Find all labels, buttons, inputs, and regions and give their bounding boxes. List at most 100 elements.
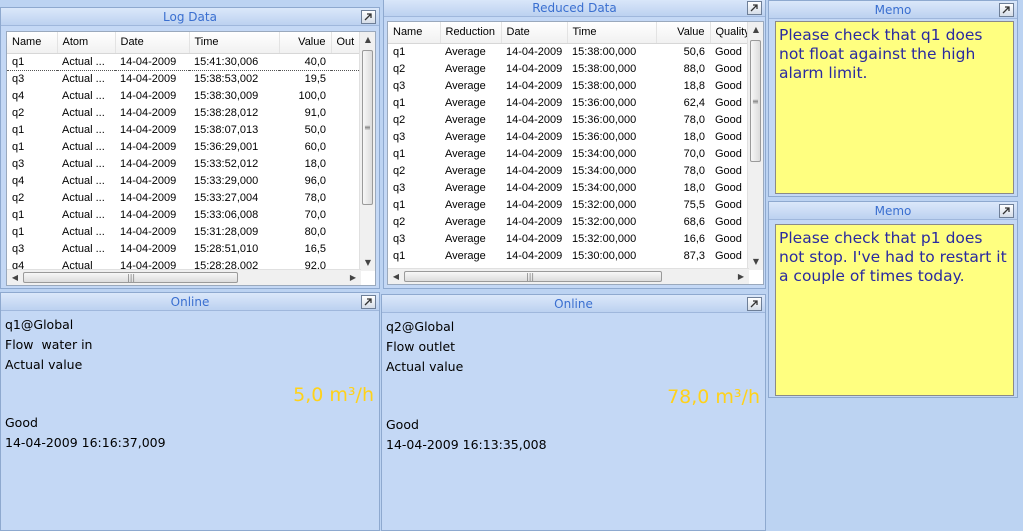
table-row[interactable]: q2 Average 14-04-2009 15:36:00,000 78,0 Good bbox=[388, 111, 749, 128]
online-1-maximize-button[interactable] bbox=[361, 295, 376, 309]
table-cell: 87,3 bbox=[683, 249, 705, 262]
table-cell: Average bbox=[445, 96, 486, 109]
scroll-right-arrow-icon[interactable]: ▶ bbox=[735, 272, 747, 282]
table-row[interactable]: q1 Average 14-04-2009 15:36:00,000 62,4 Good bbox=[388, 94, 749, 111]
column-header-value[interactable]: Value bbox=[279, 32, 332, 54]
table-row[interactable]: q1 Actual ... 14-04-2009 15:38:07,013 50,0 bbox=[7, 121, 361, 138]
column-header-date[interactable]: Date bbox=[501, 22, 568, 44]
table-cell: Actual ... bbox=[62, 208, 105, 221]
log-data-header-row: Name Atom Date Time Value Out bbox=[7, 32, 362, 54]
column-header-time[interactable]: Time bbox=[189, 32, 280, 54]
table-row[interactable]: q1 Actual ... 14-04-2009 15:36:29,001 60,0 bbox=[7, 138, 361, 155]
table-row[interactable]: q3 Average 14-04-2009 15:32:00,000 16,6 Good bbox=[388, 230, 749, 247]
table-cell: q4 bbox=[12, 89, 25, 102]
scroll-left-arrow-icon[interactable]: ◀ bbox=[9, 273, 21, 283]
memo-1-textarea[interactable]: Please check that q1 does not float agai… bbox=[775, 21, 1014, 194]
table-cell: Actual ... bbox=[62, 123, 105, 136]
scroll-down-arrow-icon[interactable]: ▼ bbox=[362, 258, 374, 268]
table-cell: 15:36:00,000 bbox=[572, 96, 637, 109]
table-row[interactable]: q2 Average 14-04-2009 15:38:00,000 88,0 Good bbox=[388, 60, 749, 77]
table-cell: 15:31:28,009 bbox=[194, 225, 259, 238]
column-header-quality[interactable]: Quality bbox=[710, 22, 750, 44]
table-cell: Actual ... bbox=[57, 52, 115, 71]
table-row[interactable]: q3 Actual ... 14-04-2009 15:38:53,002 19,5 bbox=[7, 70, 361, 87]
table-cell: Good bbox=[715, 232, 742, 245]
reduced-data-maximize-button[interactable] bbox=[747, 1, 762, 15]
online-panel-1: Online q1@Global Flow water in Actual va… bbox=[0, 292, 380, 531]
table-cell: q1 bbox=[12, 208, 25, 221]
log-data-horizontal-scrollbar[interactable]: ◀ ||| ▶ bbox=[7, 269, 361, 285]
scroll-left-arrow-icon[interactable]: ◀ bbox=[390, 272, 402, 282]
table-row[interactable]: q3 Average 14-04-2009 15:34:00,000 18,0 Good bbox=[388, 179, 749, 196]
table-row[interactable]: q1 Actual ... 14-04-2009 15:31:28,009 80,0 bbox=[7, 223, 361, 240]
table-row[interactable]: q1 Average 14-04-2009 15:32:00,000 75,5 Good bbox=[388, 196, 749, 213]
table-row[interactable]: q3 Average 14-04-2009 15:38:00,000 18,8 Good bbox=[388, 77, 749, 94]
table-cell: 50,6 bbox=[683, 45, 705, 58]
log-data-maximize-button[interactable] bbox=[361, 10, 376, 24]
table-row[interactable]: q3 Average 14-04-2009 15:36:00,000 18,0 Good bbox=[388, 128, 749, 145]
scroll-grip-icon: ≡ bbox=[752, 97, 759, 106]
memo-2-textarea[interactable]: Please check that p1 does not stop. I've… bbox=[775, 224, 1014, 396]
table-row[interactable]: q2 Actual ... 14-04-2009 15:33:27,004 78,0 bbox=[7, 189, 361, 206]
column-header-reduction[interactable]: Reduction bbox=[440, 22, 502, 44]
table-cell: 15:33:06,008 bbox=[194, 208, 259, 221]
online-1-tag: q1@Global bbox=[5, 317, 74, 332]
online-2-titlebar: Online bbox=[382, 295, 765, 313]
reduced-data-header-row: Name Reduction Date Time Value Quality bbox=[388, 22, 750, 44]
table-cell: Average bbox=[445, 113, 486, 126]
table-row[interactable]: q3 Actual ... 14-04-2009 15:28:51,010 16,5 bbox=[7, 240, 361, 257]
column-header-name[interactable]: Name bbox=[388, 22, 441, 44]
table-cell: 15:38:00,000 bbox=[572, 45, 637, 58]
table-row[interactable]: q1 Actual ... 14-04-2009 15:33:06,008 70,0 bbox=[7, 206, 361, 223]
table-row[interactable]: q1 Average 14-04-2009 15:34:00,000 70,0 Good bbox=[388, 145, 749, 162]
scroll-up-arrow-icon[interactable]: ▲ bbox=[750, 25, 762, 35]
table-cell: Average bbox=[445, 181, 486, 194]
table-cell: 78,0 bbox=[304, 191, 326, 204]
scroll-down-arrow-icon[interactable]: ▼ bbox=[750, 257, 762, 267]
table-cell: 96,0 bbox=[304, 174, 326, 187]
column-header-out[interactable]: Out bbox=[331, 32, 362, 54]
table-cell: Good bbox=[715, 198, 742, 211]
table-cell: Average bbox=[445, 79, 486, 92]
table-row[interactable]: q3 Actual ... 14-04-2009 15:33:52,012 18,0 bbox=[7, 155, 361, 172]
table-cell: q1 bbox=[393, 147, 406, 160]
online-2-tag: q2@Global bbox=[386, 319, 455, 334]
log-data-panel: Log Data Name Atom Date Time Value Out q1 Actu… bbox=[0, 7, 380, 289]
memo-2-maximize-button[interactable] bbox=[999, 204, 1014, 218]
online-2-atom: Actual value bbox=[386, 359, 464, 374]
reduced-data-vertical-scrollbar[interactable]: ▲ ≡ ▼ bbox=[747, 22, 763, 270]
table-row[interactable]: q2 Average 14-04-2009 15:32:00,000 68,6 Good bbox=[388, 213, 749, 230]
table-cell: q2 bbox=[12, 191, 25, 204]
table-row[interactable]: q1 Actual ... 14-04-2009 15:41:30,006 40,0 bbox=[7, 52, 361, 71]
table-cell: q1 bbox=[12, 225, 25, 238]
column-header-value[interactable]: Value bbox=[656, 22, 711, 44]
table-cell: Average bbox=[445, 232, 486, 245]
reduced-data-horizontal-scrollbar[interactable]: ◀ ||| ▶ bbox=[388, 268, 749, 284]
column-header-time[interactable]: Time bbox=[567, 22, 657, 44]
table-cell: q3 bbox=[393, 130, 406, 143]
table-row[interactable]: q1 Average 14-04-2009 15:30:00,000 87,3 Good bbox=[388, 247, 749, 264]
scroll-grip-icon: ||| bbox=[127, 273, 136, 282]
online-2-maximize-button[interactable] bbox=[747, 297, 762, 311]
online-1-atom: Actual value bbox=[5, 357, 83, 372]
table-row[interactable]: q4 Actual ... 14-04-2009 15:38:30,009 100,0 bbox=[7, 87, 361, 104]
table-cell: Actual ... bbox=[62, 72, 105, 85]
column-header-date[interactable]: Date bbox=[115, 32, 190, 54]
table-row[interactable]: q4 Actual ... 14-04-2009 15:33:29,000 96,0 bbox=[7, 172, 361, 189]
table-row[interactable]: q2 Actual ... 14-04-2009 15:38:28,012 91,0 bbox=[7, 104, 361, 121]
log-data-vertical-scrollbar[interactable]: ▲ ≡ ▼ bbox=[359, 32, 375, 271]
table-cell: Average bbox=[445, 147, 486, 160]
column-header-name[interactable]: Name bbox=[7, 32, 58, 54]
table-row[interactable]: q1 Average 14-04-2009 15:38:00,000 50,6 Good bbox=[388, 43, 749, 60]
table-row[interactable]: q2 Average 14-04-2009 15:34:00,000 78,0 Good bbox=[388, 162, 749, 179]
scroll-up-arrow-icon[interactable]: ▲ bbox=[362, 35, 374, 45]
memo-1-maximize-button[interactable] bbox=[999, 3, 1014, 17]
scroll-grip-icon: ||| bbox=[526, 272, 535, 281]
table-cell: 15:28:51,010 bbox=[194, 242, 259, 255]
table-cell: Good bbox=[715, 45, 742, 58]
table-cell: Good bbox=[715, 181, 742, 194]
column-header-atom[interactable]: Atom bbox=[57, 32, 116, 54]
scroll-right-arrow-icon[interactable]: ▶ bbox=[347, 273, 359, 283]
table-cell: 15:32:00,000 bbox=[572, 198, 637, 211]
table-cell: Good bbox=[715, 62, 742, 75]
